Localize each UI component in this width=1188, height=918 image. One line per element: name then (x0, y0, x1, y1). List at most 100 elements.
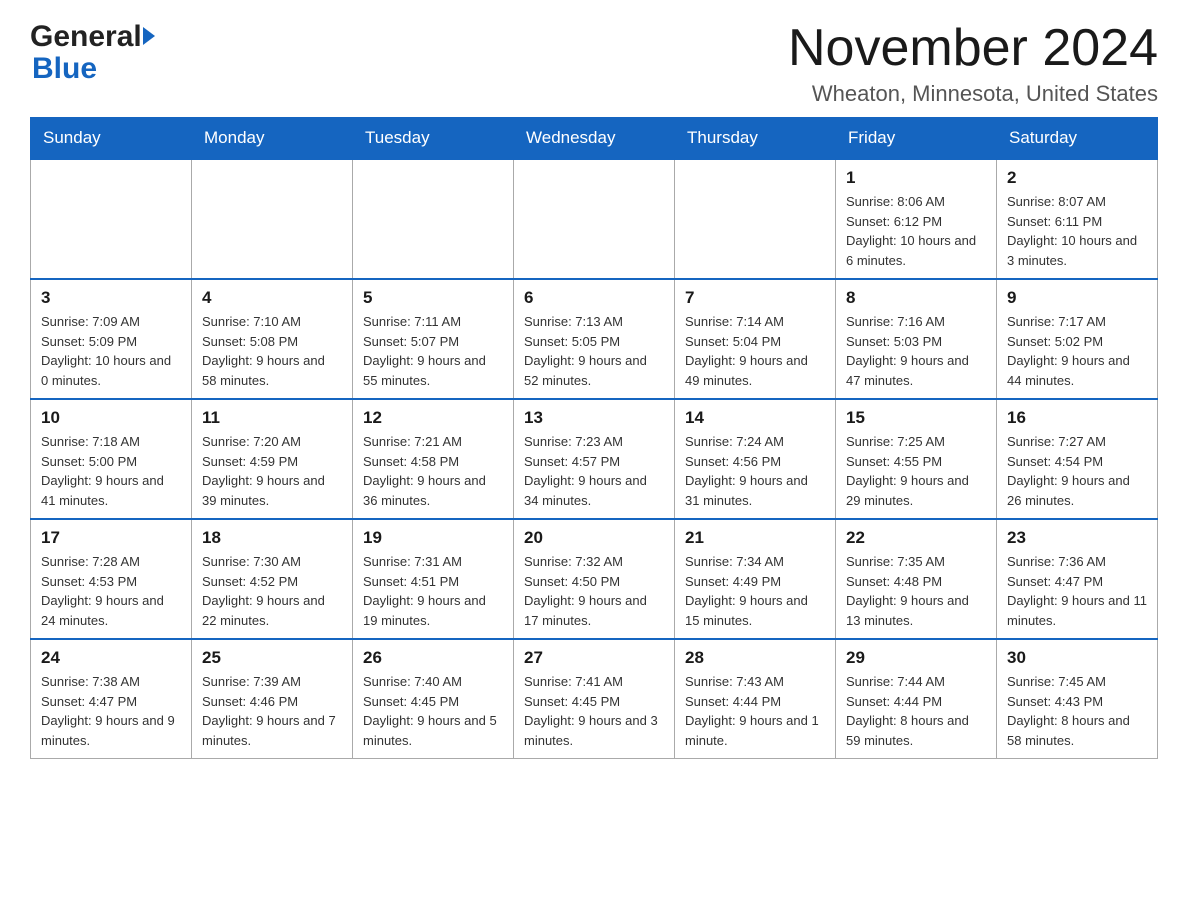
calendar-cell: 29 Sunrise: 7:44 AMSunset: 4:44 PMDayligh… (836, 639, 997, 759)
weekday-header-sunday: Sunday (31, 118, 192, 160)
logo-arrow-icon (143, 27, 155, 45)
calendar-cell: 7Sunrise: 7:14 AMSunset: 5:04 PMDaylight… (675, 279, 836, 399)
calendar-cell: 10Sunrise: 7:18 AMSunset: 5:00 PMDayligh… (31, 399, 192, 519)
day-info: Sunrise: 7:45 AMSunset: 4:43 PMDaylight:… (1007, 672, 1147, 750)
calendar-cell: 8Sunrise: 7:16 AMSunset: 5:03 PMDaylight… (836, 279, 997, 399)
day-number: 26 (363, 648, 503, 668)
day-info: Sunrise: 7:39 AMSunset: 4:46 PMDaylight:… (202, 672, 342, 750)
day-number: 2 (1007, 168, 1147, 188)
day-info: Sunrise: 8:06 AMSunset: 6:12 PMDaylight:… (846, 192, 986, 270)
day-info: Sunrise: 7:44 AMSunset: 4:44 PMDaylight:… (846, 672, 986, 750)
calendar-cell: 15Sunrise: 7:25 AMSunset: 4:55 PMDayligh… (836, 399, 997, 519)
day-number: 4 (202, 288, 342, 308)
day-number: 22 (846, 528, 986, 548)
day-number: 11 (202, 408, 342, 428)
logo-general-text: General (30, 20, 142, 54)
day-number: 20 (524, 528, 664, 548)
calendar-cell: 19Sunrise: 7:31 AMSunset: 4:51 PMDayligh… (353, 519, 514, 639)
day-number: 6 (524, 288, 664, 308)
calendar-cell: 18 Sunrise: 7:30 AMSunset: 4:52 PMDayligh… (192, 519, 353, 639)
day-number: 21 (685, 528, 825, 548)
calendar-cell: 24 Sunrise: 7:38 AMSunset: 4:47 PMDayligh… (31, 639, 192, 759)
day-number: 3 (41, 288, 181, 308)
day-info: Sunrise: 7:10 AMSunset: 5:08 PMDaylight:… (202, 312, 342, 390)
calendar-cell: 22Sunrise: 7:35 AMSunset: 4:48 PMDayligh… (836, 519, 997, 639)
calendar-cell: 11 Sunrise: 7:20 AMSunset: 4:59 PMDayligh… (192, 399, 353, 519)
day-info: Sunrise: 7:40 AMSunset: 4:45 PMDaylight:… (363, 672, 503, 750)
calendar-cell: 16 Sunrise: 7:27 AMSunset: 4:54 PMDayligh… (997, 399, 1158, 519)
calendar-cell (31, 159, 192, 279)
location-subtitle: Wheaton, Minnesota, United States (788, 81, 1158, 107)
calendar-cell: 26 Sunrise: 7:40 AMSunset: 4:45 PMDayligh… (353, 639, 514, 759)
day-number: 9 (1007, 288, 1147, 308)
calendar-week-row: 24 Sunrise: 7:38 AMSunset: 4:47 PMDayligh… (31, 639, 1158, 759)
day-info: Sunrise: 7:24 AMSunset: 4:56 PMDaylight:… (685, 432, 825, 510)
day-info: Sunrise: 7:20 AMSunset: 4:59 PMDaylight:… (202, 432, 342, 510)
day-info: Sunrise: 7:28 AMSunset: 4:53 PMDaylight:… (41, 552, 181, 630)
day-number: 30 (1007, 648, 1147, 668)
month-year-title: November 2024 (788, 20, 1158, 77)
day-number: 10 (41, 408, 181, 428)
weekday-header-thursday: Thursday (675, 118, 836, 160)
weekday-header-monday: Monday (192, 118, 353, 160)
day-info: Sunrise: 7:13 AMSunset: 5:05 PMDaylight:… (524, 312, 664, 390)
calendar-week-row: 17 Sunrise: 7:28 AMSunset: 4:53 PMDayligh… (31, 519, 1158, 639)
calendar-cell: 23 Sunrise: 7:36 AMSunset: 4:47 PMDayligh… (997, 519, 1158, 639)
calendar-cell: 3 Sunrise: 7:09 AMSunset: 5:09 PMDaylight… (31, 279, 192, 399)
calendar-cell: 14 Sunrise: 7:24 AMSunset: 4:56 PMDayligh… (675, 399, 836, 519)
calendar-cell: 9Sunrise: 7:17 AMSunset: 5:02 PMDaylight… (997, 279, 1158, 399)
day-number: 12 (363, 408, 503, 428)
day-number: 25 (202, 648, 342, 668)
day-number: 14 (685, 408, 825, 428)
calendar-cell: 5Sunrise: 7:11 AMSunset: 5:07 PMDaylight… (353, 279, 514, 399)
calendar-cell: 13 Sunrise: 7:23 AMSunset: 4:57 PMDayligh… (514, 399, 675, 519)
weekday-header-tuesday: Tuesday (353, 118, 514, 160)
calendar-cell (353, 159, 514, 279)
logo: General Blue (30, 20, 155, 86)
title-section: November 2024 Wheaton, Minnesota, United… (788, 20, 1158, 107)
weekday-header-friday: Friday (836, 118, 997, 160)
day-info: Sunrise: 7:09 AMSunset: 5:09 PMDaylight:… (41, 312, 181, 390)
day-info: Sunrise: 7:21 AMSunset: 4:58 PMDaylight:… (363, 432, 503, 510)
calendar-week-row: 10Sunrise: 7:18 AMSunset: 5:00 PMDayligh… (31, 399, 1158, 519)
weekday-header-wednesday: Wednesday (514, 118, 675, 160)
day-info: Sunrise: 7:27 AMSunset: 4:54 PMDaylight:… (1007, 432, 1147, 510)
day-number: 17 (41, 528, 181, 548)
day-number: 24 (41, 648, 181, 668)
logo-blue-text: Blue (30, 52, 97, 86)
day-number: 23 (1007, 528, 1147, 548)
calendar-week-row: 1 Sunrise: 8:06 AMSunset: 6:12 PMDaylight… (31, 159, 1158, 279)
day-number: 29 (846, 648, 986, 668)
day-info: Sunrise: 7:38 AMSunset: 4:47 PMDaylight:… (41, 672, 181, 750)
calendar-cell: 28Sunrise: 7:43 AMSunset: 4:44 PMDayligh… (675, 639, 836, 759)
day-info: Sunrise: 7:11 AMSunset: 5:07 PMDaylight:… (363, 312, 503, 390)
day-number: 18 (202, 528, 342, 548)
calendar-cell (514, 159, 675, 279)
day-info: Sunrise: 8:07 AMSunset: 6:11 PMDaylight:… (1007, 192, 1147, 270)
day-number: 15 (846, 408, 986, 428)
calendar-cell: 2 Sunrise: 8:07 AMSunset: 6:11 PMDaylight… (997, 159, 1158, 279)
calendar-cell: 1 Sunrise: 8:06 AMSunset: 6:12 PMDaylight… (836, 159, 997, 279)
day-number: 27 (524, 648, 664, 668)
calendar-cell (192, 159, 353, 279)
day-number: 1 (846, 168, 986, 188)
calendar-cell: 6 Sunrise: 7:13 AMSunset: 5:05 PMDaylight… (514, 279, 675, 399)
day-info: Sunrise: 7:43 AMSunset: 4:44 PMDaylight:… (685, 672, 825, 750)
day-number: 16 (1007, 408, 1147, 428)
calendar-cell: 27Sunrise: 7:41 AMSunset: 4:45 PMDayligh… (514, 639, 675, 759)
day-info: Sunrise: 7:36 AMSunset: 4:47 PMDaylight:… (1007, 552, 1147, 630)
calendar-table: SundayMondayTuesdayWednesdayThursdayFrid… (30, 117, 1158, 759)
calendar-cell: 4 Sunrise: 7:10 AMSunset: 5:08 PMDaylight… (192, 279, 353, 399)
calendar-cell: 25 Sunrise: 7:39 AMSunset: 4:46 PMDayligh… (192, 639, 353, 759)
day-number: 13 (524, 408, 664, 428)
day-info: Sunrise: 7:23 AMSunset: 4:57 PMDaylight:… (524, 432, 664, 510)
calendar-week-row: 3 Sunrise: 7:09 AMSunset: 5:09 PMDaylight… (31, 279, 1158, 399)
calendar-cell: 30 Sunrise: 7:45 AMSunset: 4:43 PMDayligh… (997, 639, 1158, 759)
day-number: 19 (363, 528, 503, 548)
calendar-cell (675, 159, 836, 279)
calendar-cell: 20Sunrise: 7:32 AMSunset: 4:50 PMDayligh… (514, 519, 675, 639)
calendar-cell: 21Sunrise: 7:34 AMSunset: 4:49 PMDayligh… (675, 519, 836, 639)
day-info: Sunrise: 7:16 AMSunset: 5:03 PMDaylight:… (846, 312, 986, 390)
day-number: 7 (685, 288, 825, 308)
day-info: Sunrise: 7:30 AMSunset: 4:52 PMDaylight:… (202, 552, 342, 630)
